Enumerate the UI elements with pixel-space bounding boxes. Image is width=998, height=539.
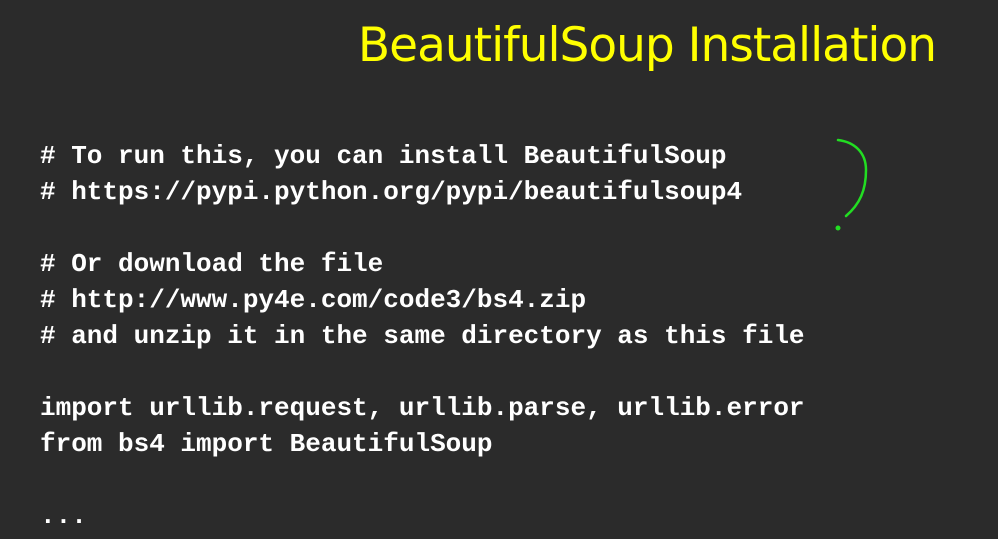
code-line: # Or download the file <box>40 249 384 279</box>
code-line: # http://www.py4e.com/code3/bs4.zip <box>40 285 587 315</box>
slide: BeautifulSoup Installation # To run this… <box>0 0 998 539</box>
code-line: # and unzip it in the same directory as … <box>40 321 805 351</box>
code-line: from bs4 import BeautifulSoup <box>40 429 493 459</box>
code-line: # https://pypi.python.org/pypi/beautiful… <box>40 177 743 207</box>
code-block: # To run this, you can install Beautiful… <box>40 138 805 534</box>
slide-title: BeautifulSoup Installation <box>357 18 937 73</box>
code-line: # To run this, you can install Beautiful… <box>40 141 727 171</box>
code-line: import urllib.request, urllib.parse, url… <box>40 393 805 423</box>
code-line-ellipsis: ... <box>40 501 87 531</box>
green-bracket-annotation-icon <box>835 138 868 231</box>
